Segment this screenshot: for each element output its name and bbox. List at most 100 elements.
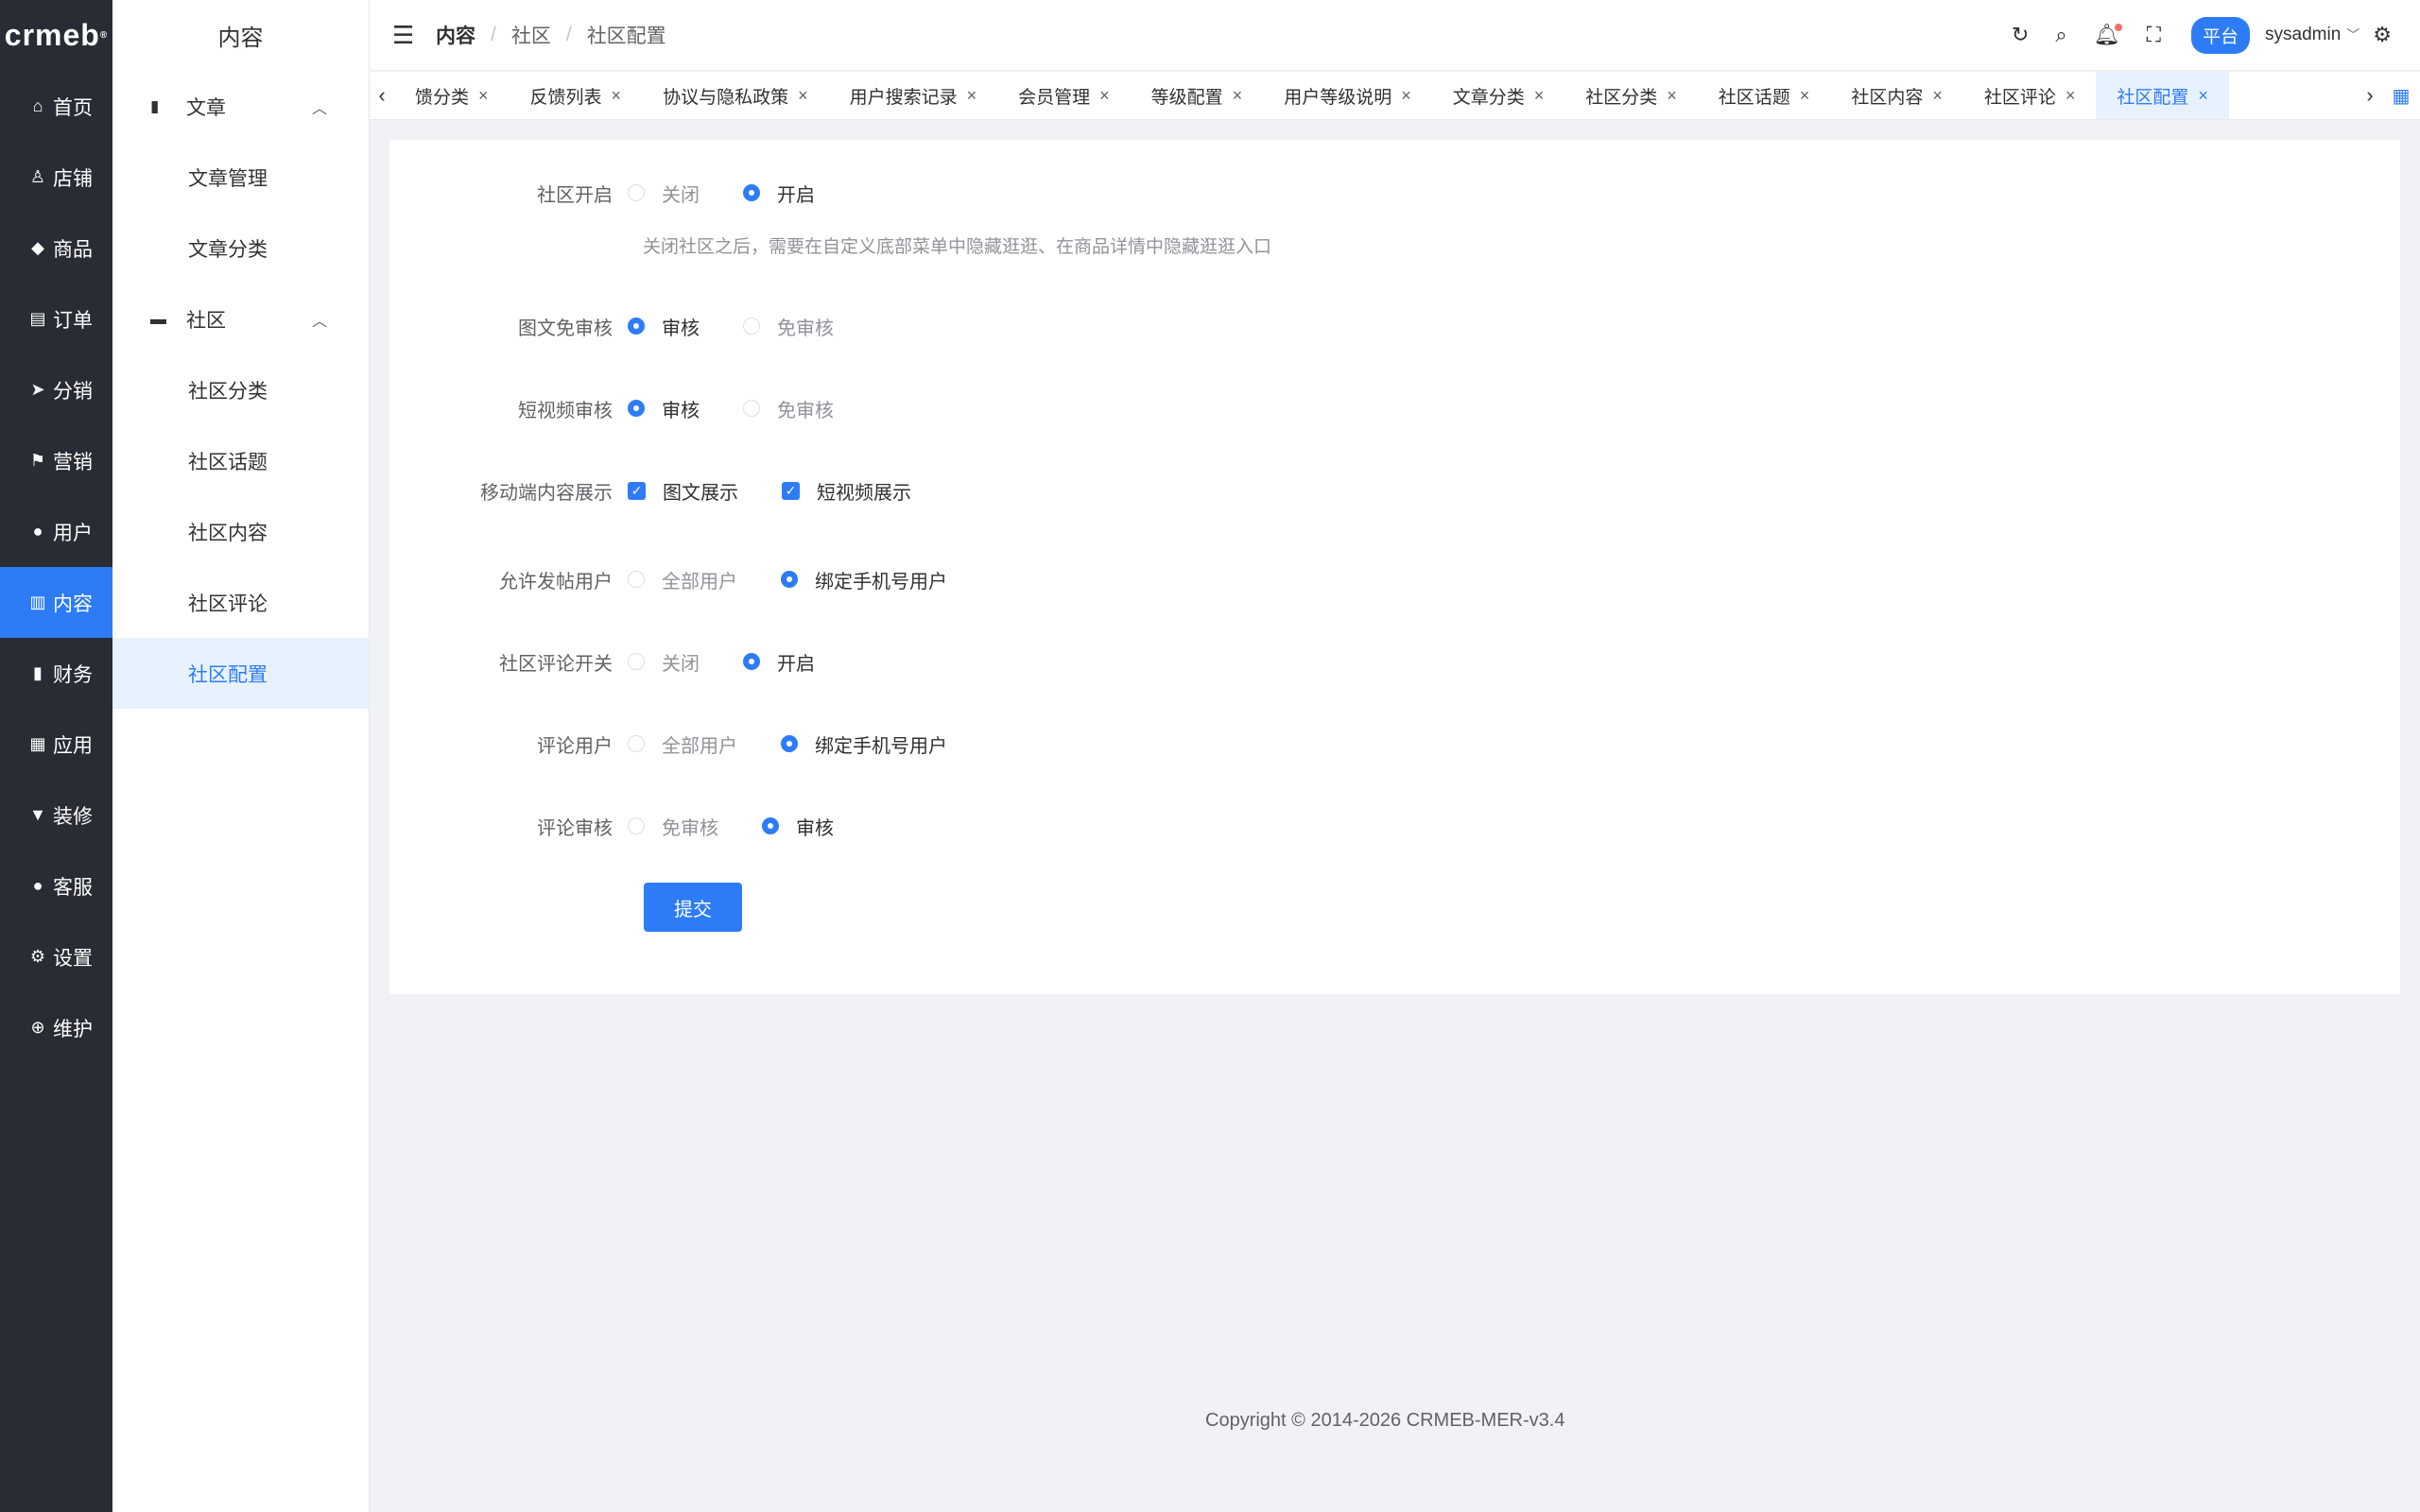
- sidebar-item-community-comment[interactable]: 社区评论: [112, 567, 369, 638]
- breadcrumb-item[interactable]: 社区: [511, 21, 551, 49]
- close-icon[interactable]: ×: [1667, 86, 1677, 106]
- close-icon[interactable]: ×: [798, 86, 808, 106]
- chevron-left-icon[interactable]: ‹: [370, 83, 394, 108]
- option-label: 开启: [777, 184, 815, 206]
- row-comment-users: 评论用户 全部用户 绑定手机号用户: [389, 725, 991, 763]
- chevron-down-icon: ﹀: [2346, 27, 2360, 43]
- menu-toggle-icon[interactable]: ☰: [392, 21, 421, 50]
- nav-item[interactable]: ● 客服: [0, 850, 112, 921]
- radio-post-audit[interactable]: 审核: [628, 313, 700, 340]
- radio-community-open[interactable]: 开启: [743, 180, 815, 207]
- tab[interactable]: 等级配置 ×: [1131, 72, 1264, 119]
- nav-item[interactable]: ▤ 订单: [0, 284, 112, 354]
- close-icon[interactable]: ×: [1534, 86, 1545, 106]
- radio-circle-checked: [762, 817, 779, 834]
- checkbox-image-display[interactable]: ✓ 图文展示: [628, 477, 738, 505]
- radio-comment-audit[interactable]: 审核: [762, 813, 834, 840]
- breadcrumb-item: 社区配置: [586, 26, 666, 47]
- radio-comment-close[interactable]: 关闭: [628, 648, 700, 676]
- tab[interactable]: 社区内容 ×: [1830, 72, 1963, 119]
- radio-comment-open[interactable]: 开启: [743, 648, 815, 676]
- bell-icon[interactable]: 🔔︎: [2094, 23, 2122, 47]
- tab[interactable]: 社区话题 ×: [1698, 72, 1831, 119]
- close-icon[interactable]: ×: [1233, 86, 1243, 106]
- tab[interactable]: 反馈列表 ×: [510, 72, 643, 119]
- nav-item[interactable]: ⊕ 维护: [0, 992, 112, 1063]
- sidebar-item-article-category[interactable]: 文章分类: [112, 213, 369, 284]
- breadcrumb-item[interactable]: 内容: [436, 21, 475, 49]
- platform-button[interactable]: 平台: [2191, 16, 2251, 54]
- sidebar-item-community-content[interactable]: 社区内容: [112, 496, 369, 567]
- radio-circle-checked: [628, 400, 645, 417]
- nav-item[interactable]: ⚙ 设置: [0, 921, 112, 992]
- radio-comment-phone-users[interactable]: 绑定手机号用户: [781, 730, 947, 758]
- nav-item[interactable]: ⚑ 营销: [0, 425, 112, 496]
- submit-button[interactable]: 提交: [644, 883, 742, 932]
- sidebar-item-article-manage[interactable]: 文章管理: [112, 142, 369, 213]
- nav-item[interactable]: ▮ 财务: [0, 638, 112, 709]
- nav-item[interactable]: ⌂ 首页: [0, 71, 112, 142]
- field-label: 社区开启: [537, 184, 613, 206]
- close-icon[interactable]: ×: [2198, 86, 2208, 106]
- radio-post-all-users[interactable]: 全部用户: [628, 566, 737, 593]
- tab[interactable]: 社区评论 ×: [1963, 72, 2097, 119]
- refresh-icon[interactable]: ↻: [2012, 23, 2029, 47]
- radio-video-no-audit[interactable]: 免审核: [743, 395, 834, 422]
- sidebar-item-community-topic[interactable]: 社区话题: [112, 425, 369, 496]
- checkmark-icon: ✓: [782, 481, 800, 500]
- breadcrumb-separator: /: [565, 24, 572, 45]
- close-icon[interactable]: ×: [1932, 86, 1943, 106]
- tab[interactable]: 会员管理 ×: [997, 72, 1131, 119]
- radio-comment-no-audit[interactable]: 免审核: [628, 813, 718, 840]
- close-icon[interactable]: ×: [1401, 86, 1411, 106]
- breadcrumb: 内容 / 社区 / 社区配置: [436, 21, 666, 49]
- logo[interactable]: crmeb ®: [0, 0, 112, 71]
- radio-video-audit[interactable]: 审核: [628, 395, 700, 422]
- search-icon[interactable]: ⌕: [2055, 23, 2066, 47]
- nav-item[interactable]: ♙ 店铺: [0, 142, 112, 213]
- close-icon[interactable]: ×: [478, 86, 489, 106]
- chevron-right-icon[interactable]: ›: [2358, 83, 2382, 108]
- gear-icon: ⚙: [29, 947, 46, 966]
- grid-icon[interactable]: ▦: [2382, 84, 2420, 108]
- radio-comment-all-users[interactable]: 全部用户: [628, 730, 737, 758]
- nav-item[interactable]: ● 用户: [0, 496, 112, 567]
- sidebar-item-community-config[interactable]: 社区配置: [112, 638, 369, 709]
- user-menu[interactable]: sysadmin ﹀: [2265, 25, 2360, 45]
- tab[interactable]: 文章分类 ×: [1432, 72, 1565, 119]
- close-icon[interactable]: ×: [2066, 86, 2076, 106]
- tab[interactable]: 社区配置 ×: [2096, 72, 2229, 119]
- sidebar-group-article[interactable]: ▮ 文章 ︿: [112, 71, 369, 142]
- close-icon[interactable]: ×: [1099, 86, 1110, 106]
- tab[interactable]: 馈分类 ×: [394, 72, 510, 119]
- nav-item[interactable]: ▥ 内容: [0, 567, 112, 638]
- fullscreen-icon[interactable]: ⛶: [2147, 23, 2161, 47]
- close-icon[interactable]: ×: [612, 86, 622, 106]
- sidebar-group-community[interactable]: ▬ 社区 ︿: [112, 284, 369, 354]
- row-community-open: 社区开启 关闭 开启: [389, 174, 858, 212]
- nav-item-label: 商品: [53, 238, 93, 261]
- settings-icon[interactable]: ⚙: [2373, 23, 2392, 47]
- sidebar-item-community-category[interactable]: 社区分类: [112, 354, 369, 425]
- tab[interactable]: 协议与隐私政策 ×: [642, 72, 829, 119]
- radio-post-phone-users[interactable]: 绑定手机号用户: [781, 566, 947, 593]
- option-label: 免审核: [777, 318, 834, 339]
- radio-circle: [628, 184, 645, 201]
- radio-circle-checked: [743, 184, 760, 201]
- username: sysadmin: [2265, 25, 2342, 44]
- radio-post-no-audit[interactable]: 免审核: [743, 313, 834, 340]
- tab[interactable]: 用户等级说明 ×: [1263, 72, 1432, 119]
- radio-community-close[interactable]: 关闭: [628, 180, 700, 207]
- nav-item[interactable]: ➤ 分销: [0, 354, 112, 425]
- close-icon[interactable]: ×: [1800, 86, 1810, 106]
- nav-item[interactable]: ▼ 装修: [0, 780, 112, 850]
- nav-item[interactable]: ◆ 商品: [0, 213, 112, 284]
- tab[interactable]: 社区分类 ×: [1564, 72, 1698, 119]
- option-label: 免审核: [777, 400, 834, 421]
- checkbox-video-display[interactable]: ✓ 短视频展示: [782, 477, 911, 505]
- logo-mark: ®: [99, 30, 109, 41]
- tab[interactable]: 用户搜索记录 ×: [829, 72, 998, 119]
- tab-label: 用户搜索记录: [849, 87, 958, 108]
- nav-item[interactable]: ▦ 应用: [0, 709, 112, 780]
- close-icon[interactable]: ×: [967, 86, 977, 106]
